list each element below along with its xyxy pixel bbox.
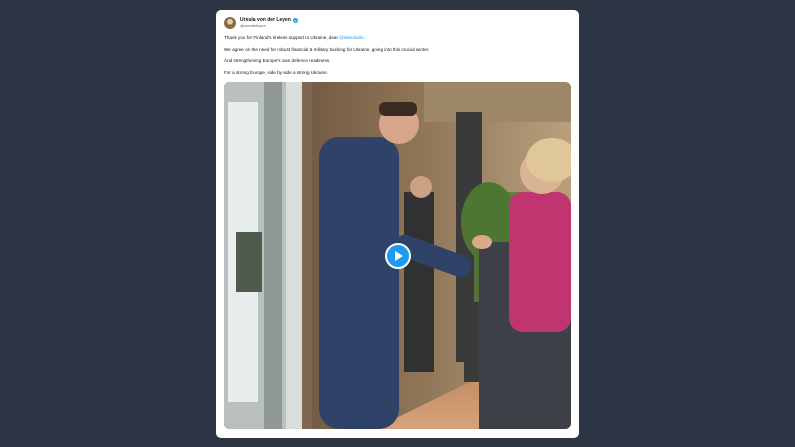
avatar[interactable] — [224, 17, 236, 29]
handle[interactable]: @vonderleyen — [240, 24, 298, 28]
tweet-text: Thank you for Finland's tireless support… — [224, 35, 569, 81]
tweet-line-3: And strengthening Europe's own defence r… — [224, 58, 331, 64]
tweet-line-1-end: . — [363, 35, 365, 40]
video-player[interactable] — [224, 82, 571, 429]
author-names: Ursula von der Leyen @vonderleyen — [240, 18, 298, 28]
tweet-line-1-text: Thank you for Finland's tireless support… — [224, 35, 340, 40]
tweet-line-2: We agree on the need for robust financia… — [224, 46, 430, 52]
tweet-line-4: For a strong Europe, side by side a stro… — [224, 69, 328, 75]
mention-link[interactable]: @alexstubb — [339, 35, 363, 40]
play-icon — [395, 251, 403, 261]
tweet-header: Ursula von der Leyen @vonderleyen — [224, 17, 298, 29]
tweet-card: Ursula von der Leyen @vonderleyen Thank … — [216, 10, 579, 438]
verified-badge-icon — [292, 18, 298, 23]
tweet-line-1: Thank you for Finland's tireless support… — [224, 35, 569, 40]
play-button[interactable] — [385, 243, 411, 269]
